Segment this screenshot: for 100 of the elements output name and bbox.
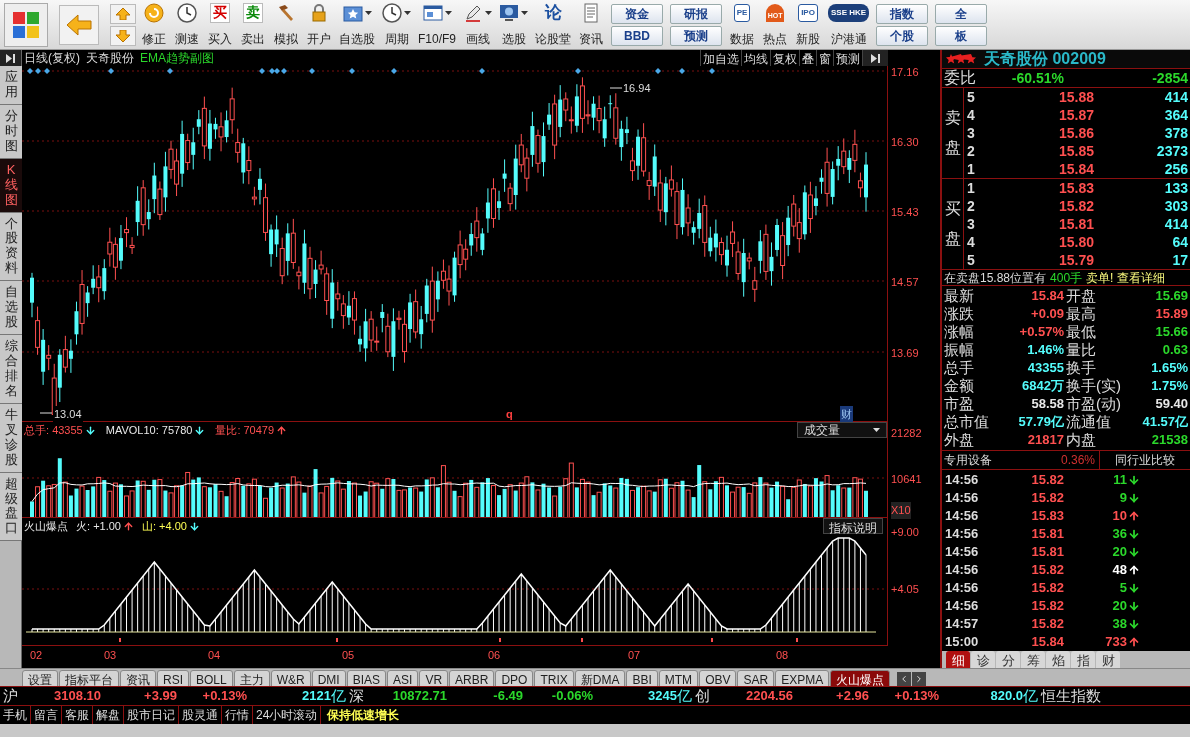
toolbar-button[interactable]: 周期: [380, 1, 413, 48]
toolbar-button[interactable]: 修正: [139, 1, 169, 48]
indicator-tab[interactable]: BOLL: [190, 669, 233, 687]
indicator-tab[interactable]: ARBR: [449, 669, 495, 687]
stars-icon: [946, 54, 976, 64]
indicator-tab[interactable]: 新DMA: [574, 669, 626, 687]
detail-tab[interactable]: 焰: [1046, 651, 1070, 668]
detail-tab[interactable]: 指: [1071, 651, 1095, 668]
toolbar-button[interactable]: 自选股: [337, 1, 377, 48]
side-tab[interactable]: 分时图: [0, 104, 22, 159]
side-tab[interactable]: 个股资料: [0, 212, 22, 282]
toolbar-button[interactable]: 个股: [876, 25, 929, 46]
indicator-tab[interactable]: 火山爆点: [830, 669, 891, 687]
indicator-tab[interactable]: W&R: [270, 669, 311, 687]
chart-button[interactable]: 叠: [799, 50, 816, 66]
chart-button[interactable]: 窗: [816, 50, 833, 66]
trade-volume: 733: [1105, 633, 1127, 652]
toolbar-button[interactable]: IPO 新股: [793, 1, 823, 48]
indicator-tab[interactable]: RSI: [157, 669, 189, 687]
stat-label: 流通值: [1065, 412, 1112, 432]
trade-price: 15.84: [1030, 633, 1064, 652]
stat-label: 开盘: [1065, 285, 1097, 306]
indicator-tab[interactable]: OBV: [699, 669, 737, 687]
detail-tab[interactable]: 财: [1096, 651, 1120, 668]
side-tab[interactable]: 牛叉诊股: [0, 403, 22, 473]
indicator-tab[interactable]: SAR: [737, 669, 775, 687]
collapse-button[interactable]: [0, 50, 21, 66]
toolbar-button[interactable]: 买 买入: [205, 1, 235, 48]
toolbar-button[interactable]: 指数: [876, 3, 929, 24]
indicator-tab[interactable]: BBI: [626, 669, 658, 687]
toolbar-button[interactable]: BBD: [611, 25, 663, 46]
detail-tab[interactable]: 诊: [971, 651, 995, 668]
indicator-tab[interactable]: DMI: [311, 669, 346, 687]
toolbar-button[interactable]: F10/F9: [416, 1, 458, 48]
indicator-tab[interactable]: 设置: [22, 669, 58, 687]
indicator-tab[interactable]: DPO: [495, 669, 534, 687]
volume-axis-label: 10641: [891, 472, 922, 487]
detail-tab[interactable]: 细: [946, 651, 970, 668]
side-tab[interactable]: 自选股: [0, 281, 22, 336]
volume-stat: 量比: 70479: [215, 422, 275, 438]
detail-tab[interactable]: 分: [996, 651, 1020, 668]
indicator-tab[interactable]: 指标平台: [59, 669, 119, 687]
chart-button[interactable]: 复权: [770, 50, 799, 66]
scroll-down-button[interactable]: [110, 25, 136, 46]
industry-compare-button[interactable]: 同行业比较: [1100, 451, 1190, 469]
toolbar-button[interactable]: 卖 卖出: [238, 1, 268, 48]
stat-value: 41.57亿: [1141, 413, 1189, 432]
indicator-tab[interactable]: VR: [419, 669, 449, 687]
toolbar-button[interactable]: 板: [935, 25, 988, 46]
trade-volume: 38: [1112, 615, 1127, 634]
toolbar-button[interactable]: 论 论股堂: [533, 1, 573, 48]
indicator-tab[interactable]: 主力: [233, 669, 270, 687]
indicator-tab[interactable]: MTM: [658, 669, 699, 687]
industry-name: 专用设备: [943, 452, 993, 469]
scroll-left-button[interactable]: [897, 671, 912, 686]
refresh-icon: [144, 2, 164, 23]
chart-button[interactable]: 均线: [741, 50, 770, 66]
toolbar-button[interactable]: 开户: [304, 1, 334, 48]
toolbar-button[interactable]: 资金: [611, 3, 663, 24]
stat-label: 量比: [1065, 339, 1097, 360]
toolbar-button[interactable]: 预测: [670, 25, 722, 46]
toolbar-button[interactable]: 研报: [670, 3, 722, 24]
stat-value: 21817: [1026, 431, 1064, 450]
stat-value: 57.79亿: [1017, 413, 1064, 432]
side-tab[interactable]: 综合排名: [0, 335, 22, 404]
volume-axis-label: X10: [891, 502, 911, 519]
monitor-icon: [499, 2, 519, 23]
order-detail-link[interactable]: 卖单! 查看详细: [1086, 268, 1165, 287]
volume-dropdown[interactable]: 成交量: [797, 422, 887, 438]
detail-tab[interactable]: 筹: [1021, 651, 1045, 668]
index-value: 10872.71: [391, 687, 447, 706]
trade-time: 15:00: [944, 633, 980, 652]
toolbar-button[interactable]: 选股: [497, 1, 530, 48]
scroll-right-button[interactable]: [912, 671, 927, 686]
side-tab[interactable]: 超级盘口: [0, 472, 22, 542]
toolbar-button[interactable]: 测速: [172, 1, 202, 48]
indicator-tab[interactable]: ASI: [387, 669, 419, 687]
chart-menu-button[interactable]: [862, 50, 888, 66]
toolbar-button[interactable]: SSE HKE 沪港通: [826, 1, 872, 48]
side-tab[interactable]: K线图: [0, 158, 22, 213]
month-label: 06: [488, 648, 501, 663]
side-tab[interactable]: 应用: [0, 66, 22, 105]
indicator-tab[interactable]: TRIX: [534, 669, 574, 687]
order-price: 15.79: [1057, 250, 1094, 270]
price-axis-label: 15.43: [891, 205, 919, 220]
indicator-tab[interactable]: EXPMA: [775, 669, 830, 687]
toolbar-button[interactable]: 全: [935, 3, 988, 24]
scroll-up-button[interactable]: [110, 3, 136, 24]
chart-button[interactable]: 加自选: [700, 50, 741, 66]
toolbar-button[interactable]: PE 数据: [727, 1, 757, 48]
indicator-tab[interactable]: BIAS: [346, 669, 387, 687]
app-logo-button[interactable]: [4, 2, 48, 47]
index-name: 恒生指数: [1039, 685, 1102, 706]
toolbar-button[interactable]: 模拟: [271, 1, 301, 48]
indicator-help-button[interactable]: 指标说明: [823, 518, 883, 534]
toolbar-button[interactable]: 资讯: [576, 1, 606, 48]
toolbar-button[interactable]: 画线: [461, 1, 494, 48]
indicator-tab[interactable]: 资讯: [120, 669, 156, 687]
indicator-value: 山: +4.00: [141, 518, 187, 534]
index-name: 沪: [2, 685, 19, 706]
